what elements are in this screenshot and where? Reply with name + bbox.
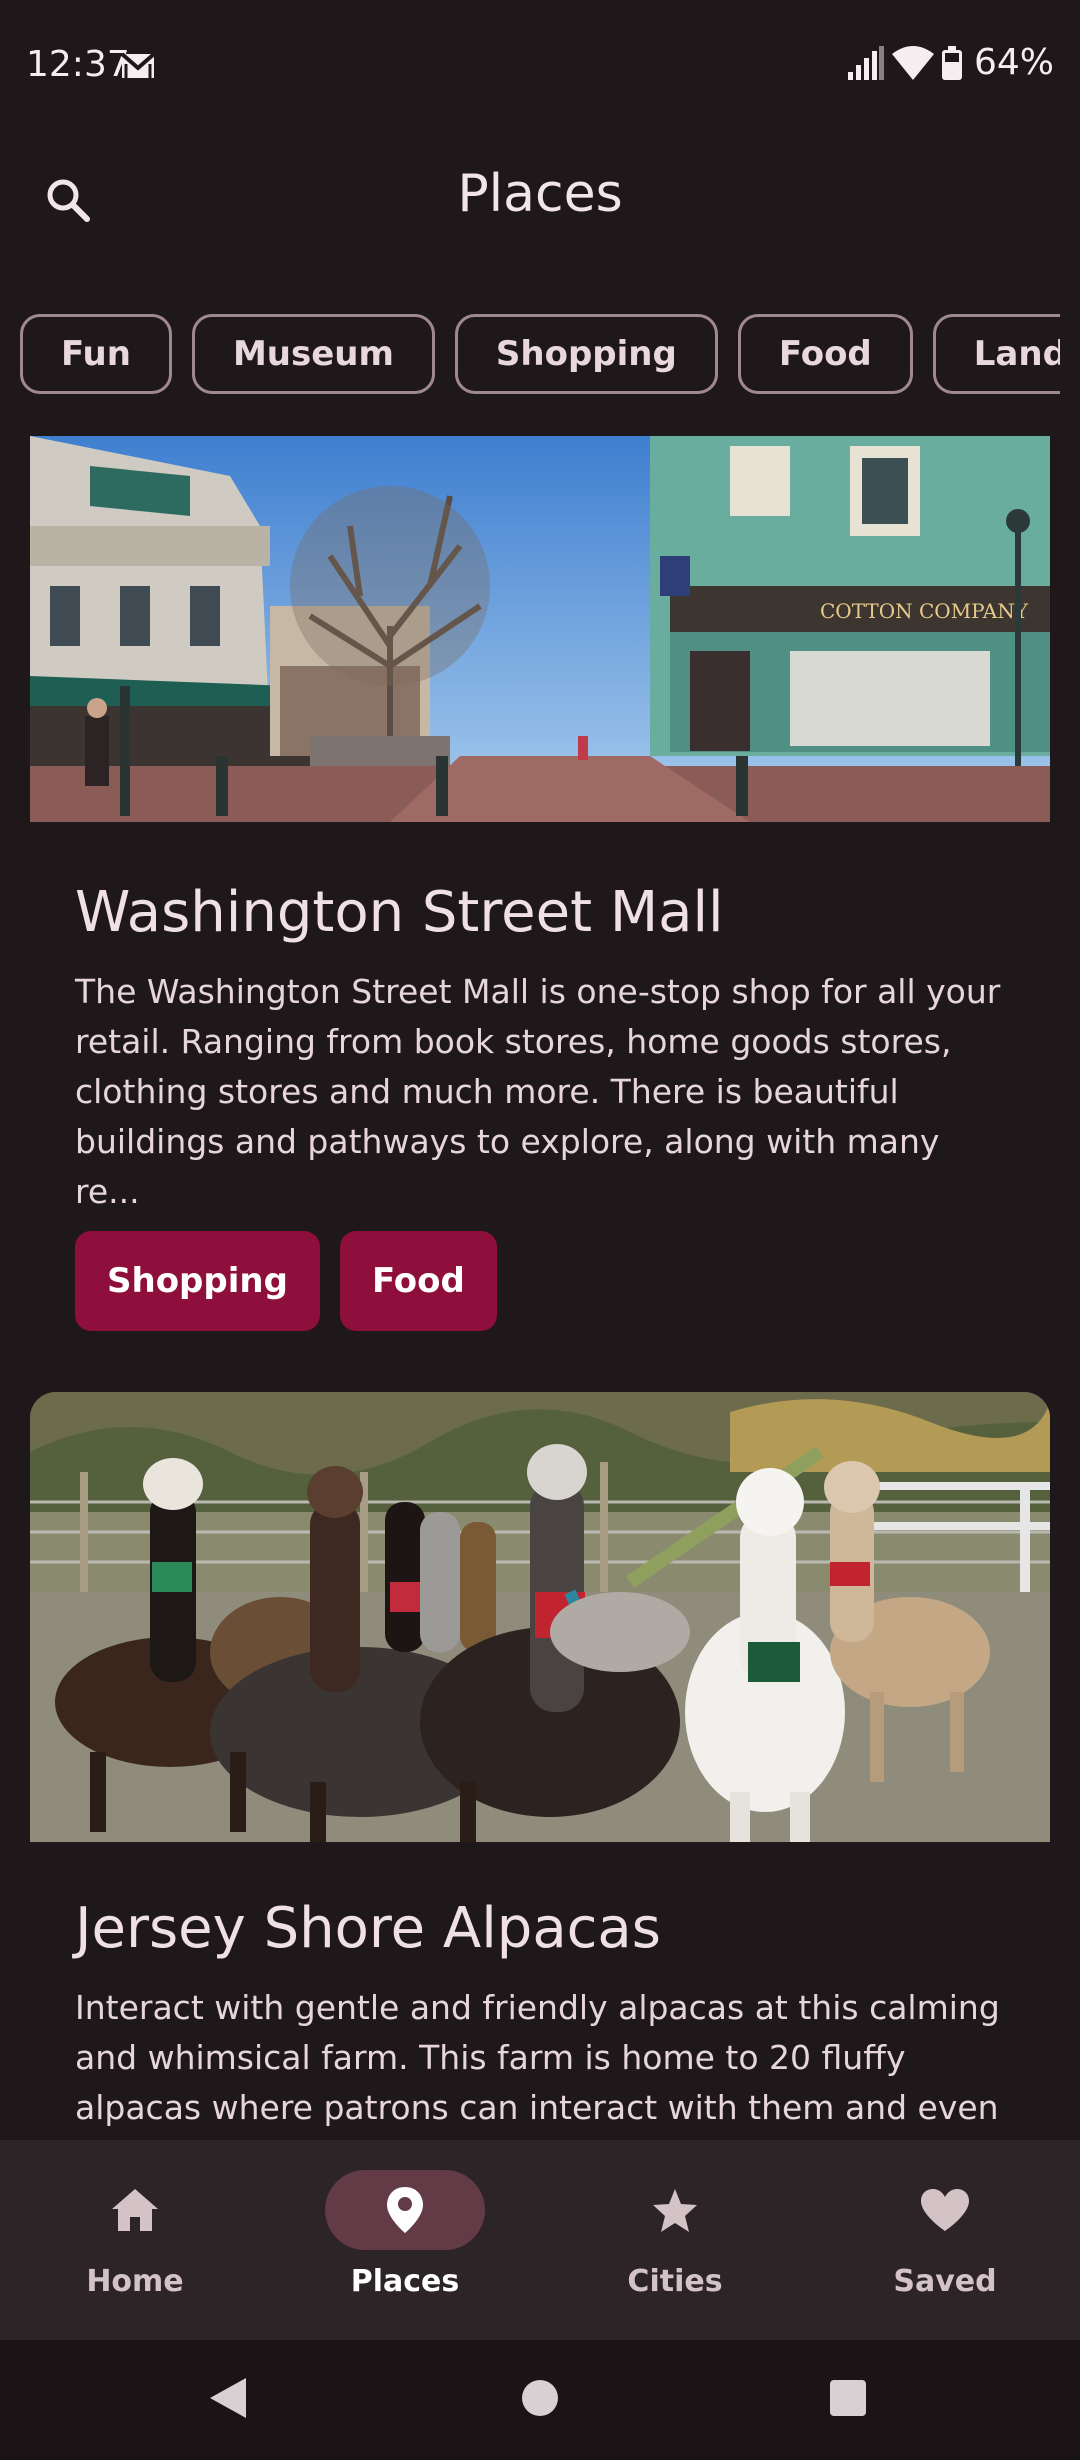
- nav-places-label: Places: [350, 2264, 460, 2299]
- battery-percent: 64%: [973, 42, 1054, 83]
- alpacas-photo: [30, 1392, 1050, 1842]
- tag-list: Shopping Food: [75, 1231, 1050, 1331]
- filter-chips: Fun Museum Shopping Food Landma: [20, 314, 1060, 396]
- tag-shopping[interactable]: Shopping: [75, 1231, 320, 1331]
- nav-saved-indicator: [865, 2170, 1025, 2250]
- nav-places-indicator: [325, 2170, 485, 2250]
- home-circle-icon[interactable]: [520, 2376, 560, 2420]
- place-card[interactable]: Jersey Shore Alpacas Interact with gentl…: [30, 1392, 1050, 2133]
- page-title: Places: [457, 164, 623, 224]
- recents-icon[interactable]: [828, 2376, 868, 2420]
- nav-saved[interactable]: Saved: [810, 2140, 1080, 2340]
- nav-cities[interactable]: Cities: [540, 2140, 810, 2340]
- place-title: Jersey Shore Alpacas: [75, 1896, 661, 1961]
- filter-chip-fun[interactable]: Fun: [20, 314, 172, 394]
- nav-home[interactable]: Home: [0, 2140, 270, 2340]
- status-icons: 64%: [847, 42, 1054, 83]
- status-time: 12:37: [26, 44, 130, 85]
- nav-cities-label: Cities: [627, 2264, 723, 2299]
- nav-saved-label: Saved: [893, 2264, 997, 2299]
- street-mall-photo: COTTON COMPANY: [30, 436, 1050, 822]
- filter-chip-landmark[interactable]: Landma: [932, 314, 1060, 394]
- place-title: Washington Street Mall: [75, 880, 724, 945]
- place-image: [30, 1392, 1050, 1842]
- star-icon: [653, 2189, 697, 2232]
- nav-places[interactable]: Places: [270, 2140, 540, 2340]
- battery-icon: [941, 45, 962, 80]
- tag-food[interactable]: Food: [339, 1231, 497, 1331]
- place-icon: [387, 2187, 423, 2233]
- place-description: The Washington Street Mall is one-stop s…: [75, 972, 1001, 1211]
- heart-icon: [921, 2189, 969, 2231]
- nav-home-label: Home: [86, 2264, 184, 2299]
- place-description: Interact with gentle and friendly alpaca…: [75, 1988, 1000, 2127]
- filter-chip-food[interactable]: Food: [737, 314, 913, 394]
- wifi-icon: [891, 45, 934, 80]
- bottom-navigation: Home Places Cities Saved: [0, 2140, 1080, 2340]
- filter-chip-museum[interactable]: Museum: [191, 314, 435, 394]
- home-icon: [112, 2189, 158, 2231]
- filter-chip-shopping[interactable]: Shopping: [454, 314, 718, 394]
- place-card[interactable]: COTTON COMPANY Washington Street Mall Th…: [30, 436, 1050, 1331]
- system-navigation-bar: [0, 2340, 1080, 2460]
- cotton-company-sign: COTTON COMPANY: [820, 599, 1029, 623]
- top-app-bar: Places: [0, 140, 1080, 260]
- nav-home-indicator: [55, 2170, 215, 2250]
- status-bar: 12:37 64%: [0, 0, 1080, 130]
- gmail-icon: [120, 52, 156, 78]
- back-icon[interactable]: [208, 2376, 248, 2420]
- signal-icon: [847, 45, 884, 80]
- nav-cities-indicator: [595, 2170, 755, 2250]
- place-image: COTTON COMPANY: [30, 436, 1050, 822]
